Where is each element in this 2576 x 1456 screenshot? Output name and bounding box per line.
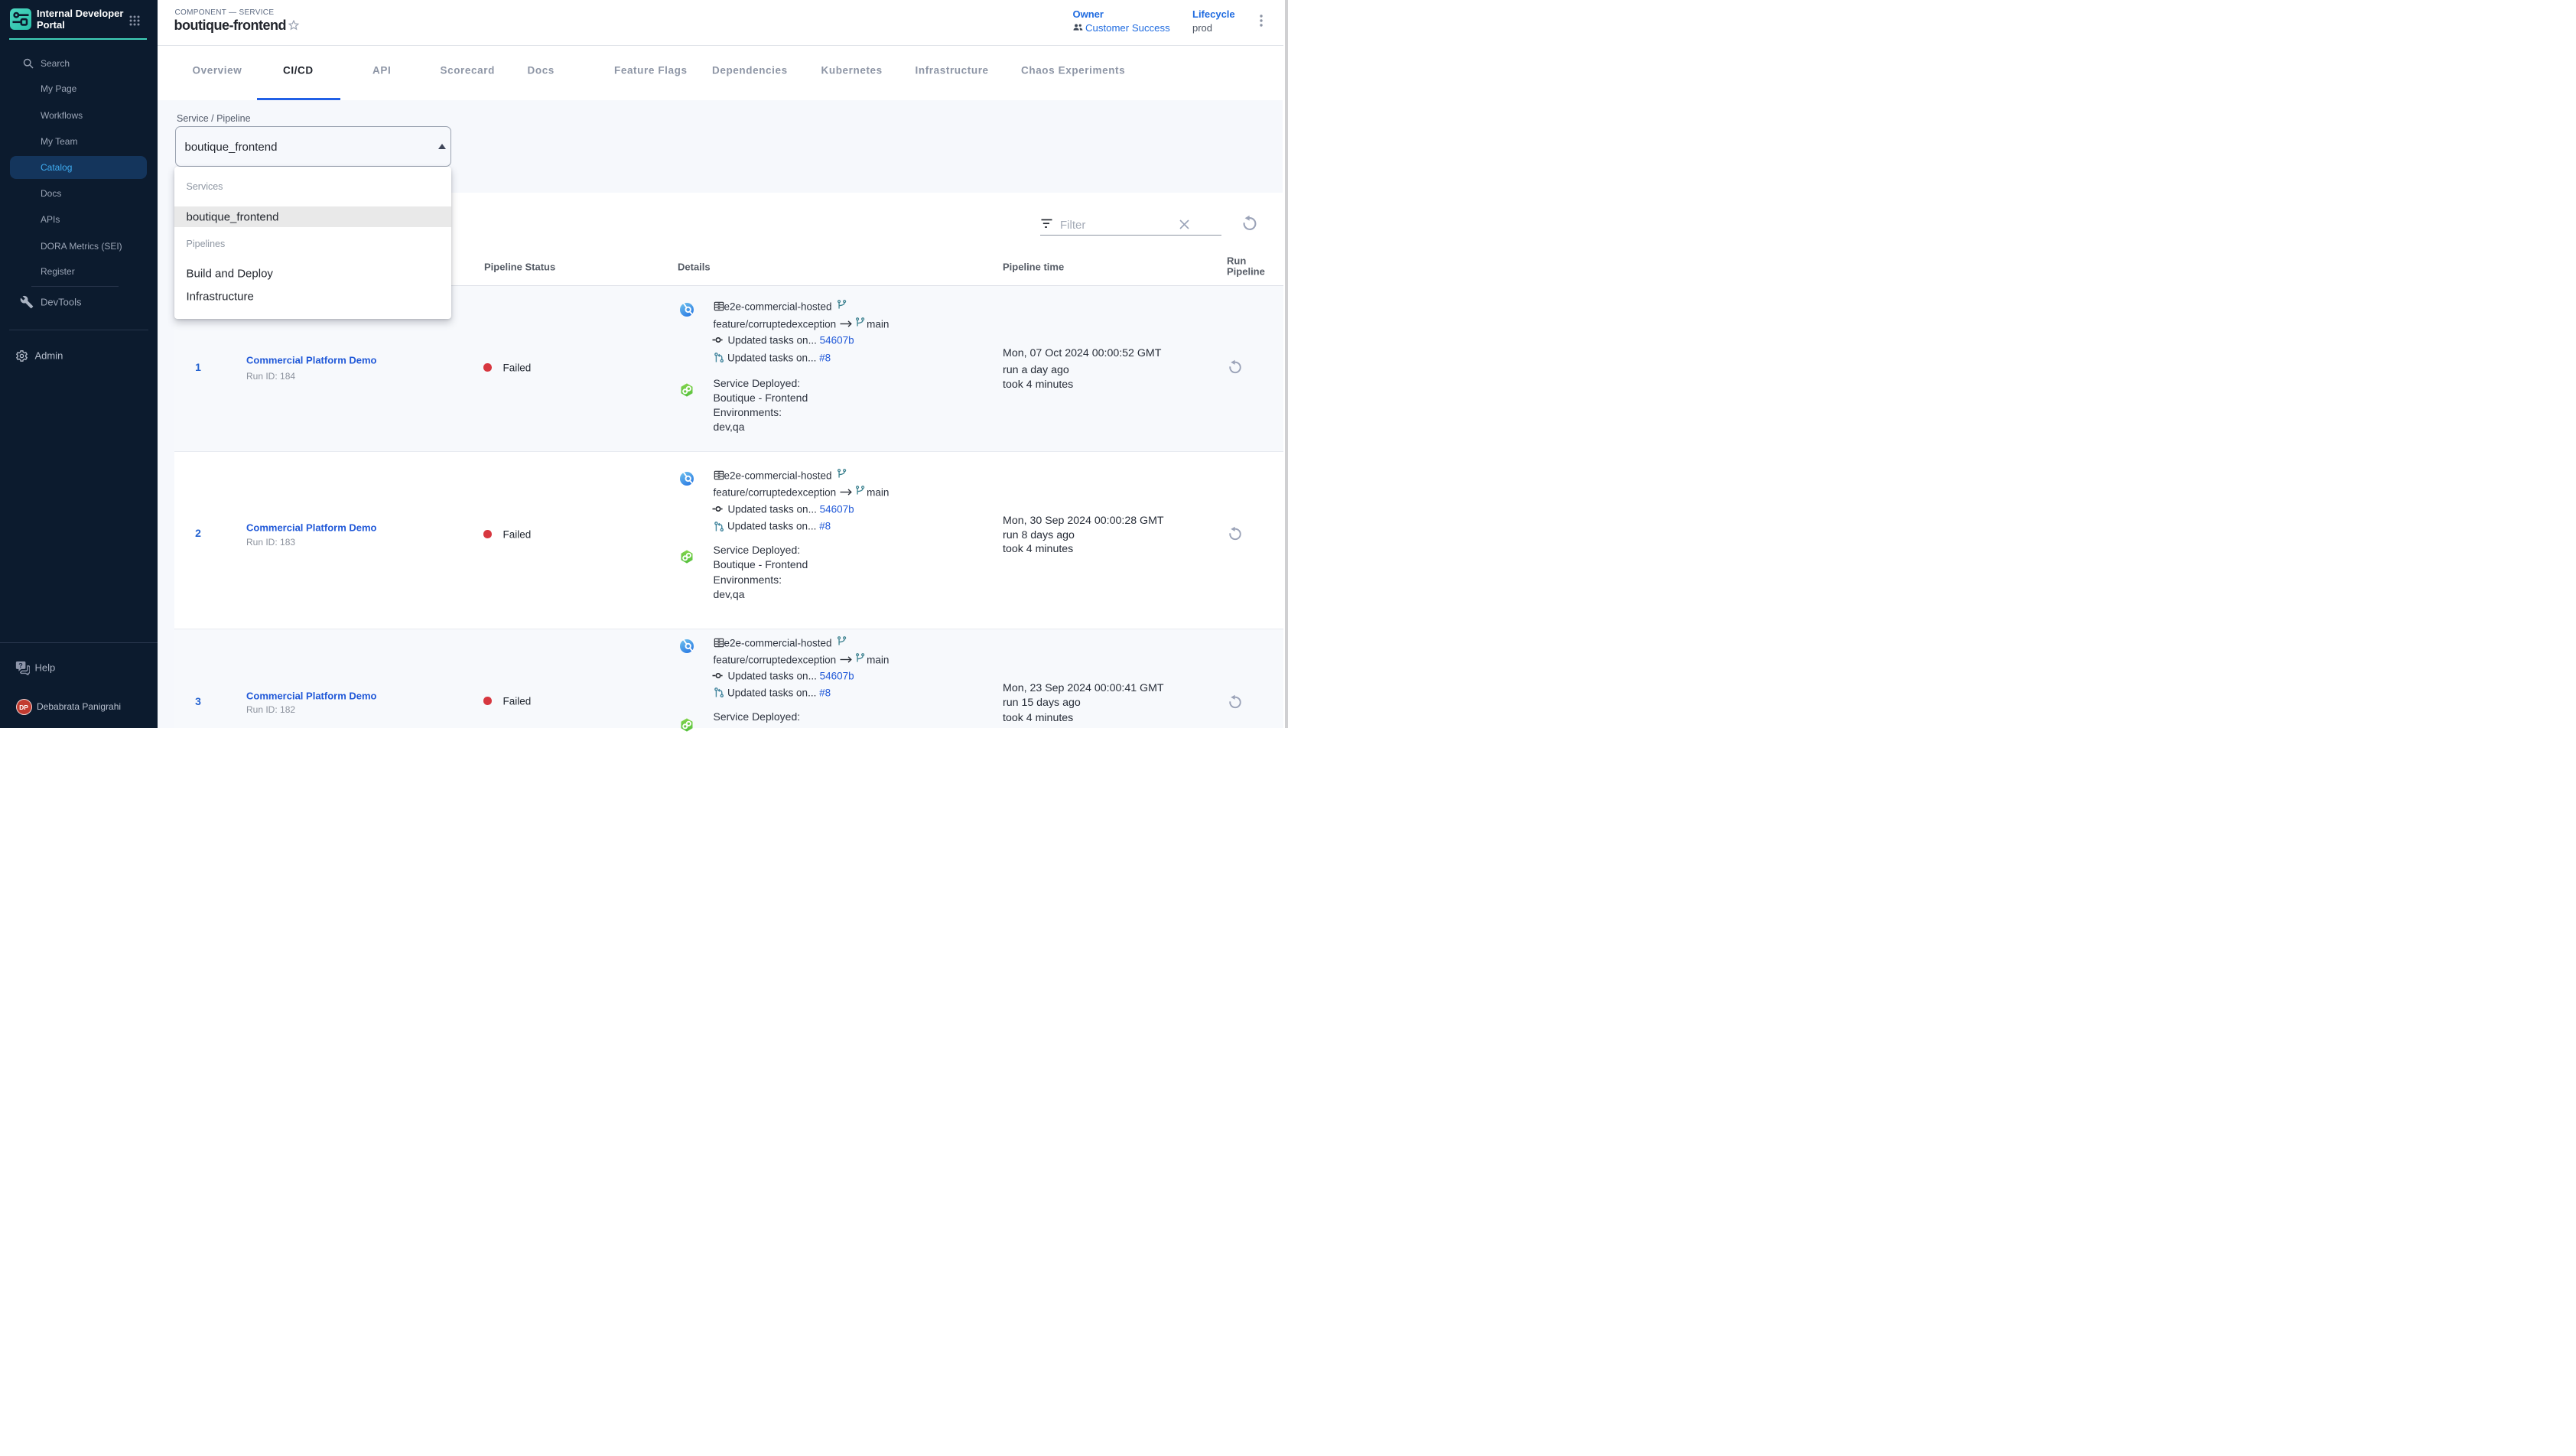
svg-text:?: ? (18, 661, 23, 669)
